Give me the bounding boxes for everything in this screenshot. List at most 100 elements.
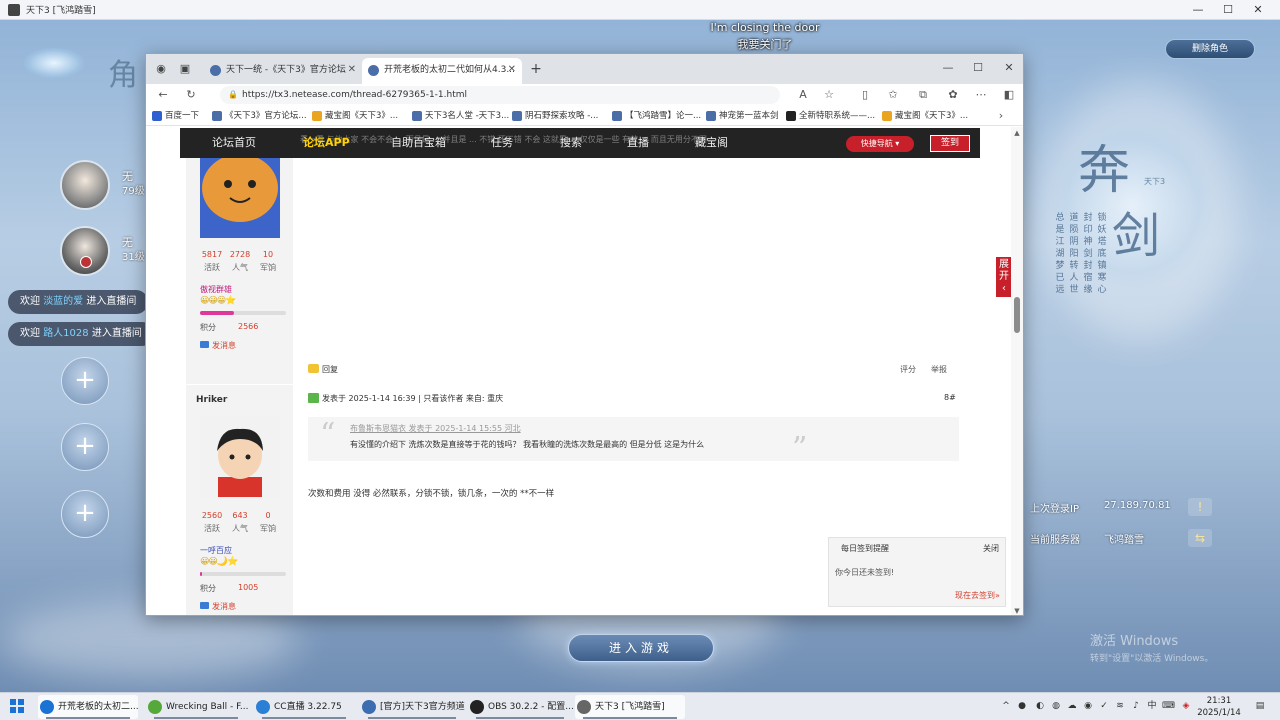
scroll-up-icon[interactable]: ▲: [1013, 129, 1021, 137]
send-message-link[interactable]: 发消息: [200, 601, 236, 612]
extensions-icon[interactable]: ✿: [946, 88, 960, 102]
nav-live[interactable]: 直播: [627, 128, 649, 158]
sidebar-toggle-icon[interactable]: ◧: [1002, 88, 1016, 102]
bookmark-item[interactable]: 全新特职系统——...: [786, 109, 875, 123]
report-link[interactable]: 举报: [931, 364, 947, 375]
author-username[interactable]: Hriker: [196, 395, 227, 405]
bookmark-item[interactable]: 藏宝阁《天下3》...: [882, 109, 968, 123]
scroll-down-icon[interactable]: ▼: [1013, 607, 1021, 615]
tray-app-icon[interactable]: ◉: [1082, 700, 1094, 712]
url-field[interactable]: 🔒 https://tx3.netease.com/thread-6279365…: [220, 86, 780, 104]
bookmark-item[interactable]: 天下3名人堂 -天下3...: [412, 109, 509, 123]
tx3-app-icon: [577, 700, 591, 714]
tray-app-icon[interactable]: ●: [1016, 700, 1028, 712]
ai-icon: [786, 111, 796, 121]
delete-role-button[interactable]: 删除角色: [1165, 39, 1255, 59]
author-sidebar: Hriker 2560 活跃 643 人气 0 军饷 一呼百应 😀😀🌙⭐ 积分 …: [186, 385, 293, 615]
quote-header[interactable]: 布鲁斯韦恩猫衣 发表于 2025-1-14 15:55 河北: [350, 423, 521, 434]
quick-nav-button[interactable]: 快捷导航 ▾: [846, 136, 914, 152]
rate-link[interactable]: 评分: [900, 364, 916, 375]
tray-app-icon[interactable]: ◍: [1050, 700, 1062, 712]
bookmark-item[interactable]: 神宠第一蓝本剑: [706, 109, 779, 123]
more-menu-icon[interactable]: ⋯: [974, 88, 988, 102]
add-character-button[interactable]: +: [61, 423, 109, 471]
taskbar-clock[interactable]: 21:31 2025/1/14: [1196, 695, 1242, 719]
nav-forum-app[interactable]: 论坛APP: [303, 128, 350, 158]
checkin-button[interactable]: 签到: [930, 135, 970, 152]
taskbar-item[interactable]: OBS 30.2.2 - 配置...: [468, 695, 574, 719]
refresh-icon[interactable]: ↻: [184, 88, 198, 102]
go-checkin-link[interactable]: 现在去签到»: [955, 590, 1000, 601]
bookmark-item[interactable]: 阴石野探索攻略 -...: [512, 109, 598, 123]
nav-search[interactable]: 搜索: [560, 128, 582, 158]
notification-icon[interactable]: ▤: [1254, 700, 1266, 712]
nav-forum-home[interactable]: 论坛首页: [212, 128, 256, 158]
nav-cangbaoge[interactable]: 藏宝阁: [695, 128, 728, 158]
read-aloud-icon[interactable]: A: [796, 88, 810, 102]
send-message-link[interactable]: 发消息: [200, 340, 236, 351]
avatar[interactable]: [200, 154, 280, 238]
wifi-icon[interactable]: ≋: [1114, 700, 1126, 712]
back-icon[interactable]: ←: [156, 88, 170, 102]
browser-tab-thread[interactable]: 开荒老板的太初二代如何从4.3... ✕: [362, 58, 522, 84]
favorite-star-icon[interactable]: ☆: [822, 88, 836, 102]
tray-app-icon[interactable]: ✓: [1098, 700, 1110, 712]
enter-game-button[interactable]: 进入游戏: [568, 634, 714, 662]
profile-icon[interactable]: ◉: [154, 62, 168, 76]
close-button[interactable]: ✕: [1242, 0, 1274, 20]
taskbar-item[interactable]: [官方]天下3官方频道: [360, 695, 465, 719]
volume-icon[interactable]: ♪: [1130, 700, 1142, 712]
new-tab-button[interactable]: +: [529, 62, 543, 76]
bookmark-item[interactable]: 【飞鸿踏雪】论一...: [612, 109, 701, 123]
author-stats: 2560 活跃 643 人气 0 军饷: [198, 511, 282, 534]
maximize-button[interactable]: ☐: [1212, 0, 1244, 20]
avatar[interactable]: [200, 417, 280, 497]
reply-button[interactable]: 回复: [308, 364, 338, 375]
page-scrollbar[interactable]: ▲ ▼: [1011, 127, 1023, 615]
browser-window: ◉ ▣ 天下一统 -《天下3》官方论坛 ✕ 开荒老板的太初二代如何从4.3...…: [145, 53, 1024, 616]
character-slot-1[interactable]: 无 79级: [60, 160, 150, 210]
taskbar-item[interactable]: Wrecking Ball - F...: [146, 695, 248, 719]
game-logo-glyph: 角: [108, 58, 138, 93]
post-meta: 发表于 2025-1-14 16:39 | 只看该作者 来自: 重庆: [308, 393, 503, 404]
warning-icon[interactable]: !: [1188, 498, 1212, 516]
nav-toolbox[interactable]: 自助百宝箱: [391, 128, 446, 158]
bookmark-item[interactable]: 藏宝阁《天下3》...: [312, 109, 398, 123]
browser-tab-forum[interactable]: 天下一统 -《天下3》官方论坛 ✕: [204, 58, 362, 84]
taskbar-item[interactable]: 开荒老板的太初二...: [38, 695, 139, 719]
browser-close-button[interactable]: ✕: [997, 60, 1021, 76]
character-slot-2[interactable]: 无 31级: [60, 226, 150, 276]
start-icon[interactable]: [10, 699, 24, 713]
security-app-icon[interactable]: ◈: [1180, 700, 1192, 712]
add-character-button[interactable]: +: [61, 357, 109, 405]
tray-app-icon[interactable]: ◐: [1034, 700, 1046, 712]
close-tab-icon[interactable]: ✕: [348, 58, 356, 82]
popup-close-button[interactable]: 关闭: [983, 543, 999, 554]
favorites-icon[interactable]: ✩: [886, 88, 900, 102]
split-screen-icon[interactable]: ▯: [858, 88, 872, 102]
score-row: 积分 1005: [200, 583, 259, 593]
collections-icon[interactable]: ⧉: [916, 88, 930, 102]
tab-actions-icon[interactable]: ▣: [178, 62, 192, 76]
logo-poem-line: 道陨阴阳转人世: [1069, 213, 1079, 295]
bookmark-item[interactable]: 《天下3》官方论坛...: [212, 109, 307, 123]
browser-maximize-button[interactable]: ☐: [966, 60, 990, 76]
taskbar-item[interactable]: 天下3 [飞鸿踏雪]: [575, 695, 685, 719]
floor-number[interactable]: 8#: [944, 393, 956, 402]
bookmarks-overflow-icon[interactable]: ›: [994, 109, 1008, 123]
close-tab-icon[interactable]: ✕: [508, 58, 516, 82]
ime-icon[interactable]: 中: [1146, 700, 1158, 712]
expand-sidebar-button[interactable]: 展开 ‹: [996, 257, 1012, 297]
tray-overflow-icon[interactable]: ^: [1000, 700, 1012, 712]
tray-app-icon[interactable]: ☁: [1066, 700, 1078, 712]
nav-tasks[interactable]: 任务: [491, 128, 513, 158]
minimize-button[interactable]: —: [1182, 0, 1214, 20]
keyboard-icon[interactable]: ⌨: [1162, 700, 1175, 712]
bookmark-item[interactable]: 百度一下: [152, 109, 199, 123]
reply-icon: [308, 364, 319, 373]
add-character-button[interactable]: +: [61, 490, 109, 538]
switch-server-icon[interactable]: ⇆: [1188, 529, 1212, 547]
taskbar-item[interactable]: CC直播 3.22.75: [254, 695, 354, 719]
scrollbar-thumb[interactable]: [1014, 297, 1020, 333]
browser-minimize-button[interactable]: —: [936, 60, 960, 76]
